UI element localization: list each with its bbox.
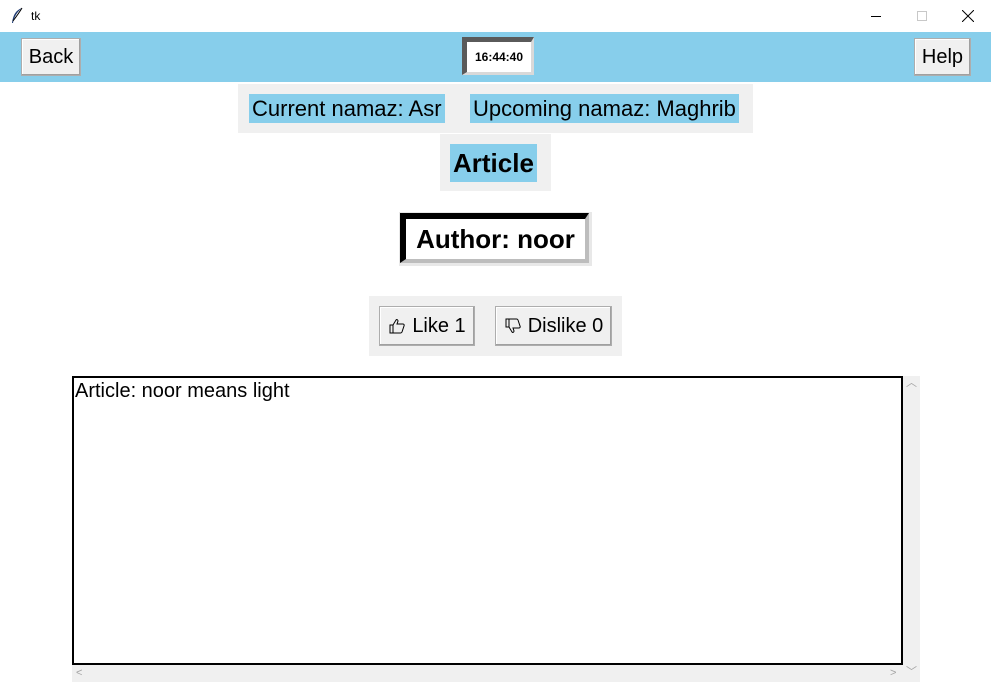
close-button[interactable] (945, 0, 991, 32)
window-titlebar: tk (0, 0, 991, 32)
upcoming-namaz-label: Upcoming namaz: Maghrib (470, 94, 739, 123)
minimize-button[interactable] (853, 0, 899, 32)
author-label: Author: noor (400, 213, 589, 263)
scroll-right-icon[interactable]: > (890, 668, 896, 679)
top-bar: Back 16:44:40 Help (0, 32, 991, 82)
dislike-button[interactable]: Dislike 0 (495, 306, 612, 346)
article-text-area[interactable]: Article: noor means light (72, 376, 903, 665)
minimize-icon (871, 16, 881, 17)
clock-label: 16:44:40 (462, 37, 534, 75)
maximize-icon (917, 11, 927, 21)
close-icon (962, 10, 974, 22)
current-namaz-label: Current namaz: Asr (249, 94, 445, 123)
feather-icon (10, 7, 24, 25)
article-heading-frame: Article (440, 134, 551, 191)
author-frame: Author: noor (399, 212, 592, 266)
window-title: tk (31, 9, 41, 23)
horizontal-scrollbar[interactable]: < > (72, 665, 903, 682)
scroll-left-icon[interactable]: < (76, 668, 82, 679)
namaz-frame: Current namaz: Asr Upcoming namaz: Maghr… (238, 84, 753, 133)
vote-frame: Like 1 Dislike 0 (369, 296, 622, 356)
like-label: Like 1 (412, 314, 466, 337)
thumbs-up-icon (388, 317, 406, 335)
help-button[interactable]: Help (914, 38, 971, 76)
like-button[interactable]: Like 1 (379, 306, 475, 346)
scroll-down-icon[interactable]: ﹀ (906, 667, 917, 678)
back-button[interactable]: Back (21, 38, 81, 76)
scroll-up-icon[interactable]: ︿ (906, 378, 917, 389)
thumbs-down-icon (504, 317, 522, 335)
dislike-label: Dislike 0 (527, 314, 604, 337)
article-heading: Article (450, 144, 537, 182)
maximize-button[interactable] (899, 0, 945, 32)
vertical-scrollbar[interactable]: ︿ ﹀ (903, 376, 920, 682)
